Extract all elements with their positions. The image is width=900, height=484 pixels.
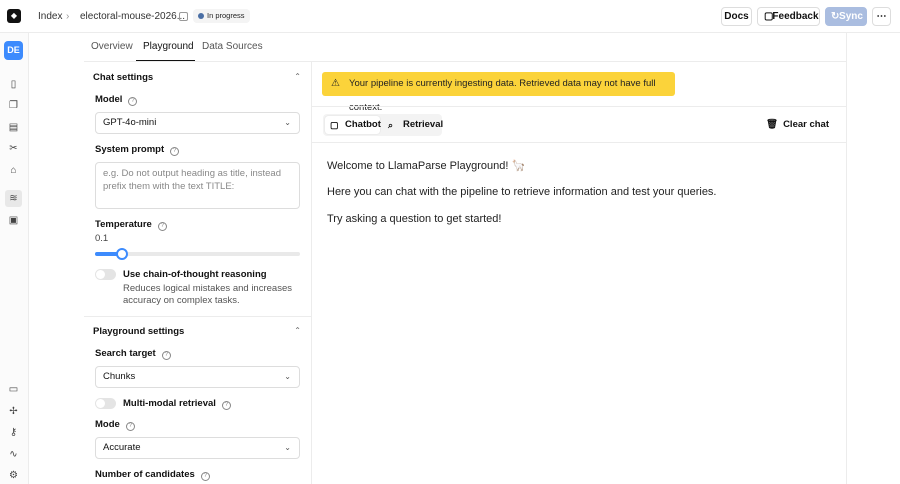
key-icon[interactable]: ⚷ xyxy=(8,427,19,438)
model-label: Model? xyxy=(95,94,138,106)
section-divider xyxy=(84,316,311,317)
right-border xyxy=(846,33,847,484)
warning-text: Your pipeline is currently ingesting dat… xyxy=(349,78,656,113)
breadcrumb-index[interactable]: Index xyxy=(38,11,62,22)
chevron-down-icon: ⌄ xyxy=(284,443,291,452)
file-icon[interactable]: ▯ xyxy=(8,79,19,90)
chat-settings-title: Chat settings xyxy=(93,72,154,83)
temperature-slider-thumb[interactable] xyxy=(115,248,128,260)
system-prompt-input[interactable]: e.g. Do not output heading as title, ins… xyxy=(95,162,300,209)
help-icon[interactable]: ? xyxy=(157,222,167,231)
chevron-down-icon: ⌄ xyxy=(284,118,291,127)
tab-retrieval-label: Retrieval xyxy=(403,119,444,130)
model-label-text: Model xyxy=(95,94,123,105)
help-icon[interactable]: ? xyxy=(161,351,171,360)
search-target-label: Search target? xyxy=(95,348,171,360)
mode-label-text: Mode xyxy=(95,419,120,430)
model-select[interactable]: GPT-4o-mini ⌄ xyxy=(95,112,300,134)
system-prompt-label: System prompt? xyxy=(95,144,180,156)
temperature-label: Temperature? xyxy=(95,219,167,231)
search-target-value: Chunks xyxy=(103,371,136,382)
docs-button[interactable]: Docs xyxy=(721,7,752,26)
warning-icon: ⚠ xyxy=(331,78,340,89)
breadcrumb-separator-icon: › xyxy=(66,11,70,22)
mode-select[interactable]: Accurate ⌄ xyxy=(95,437,300,459)
system-prompt-label-text: System prompt xyxy=(95,144,165,155)
cot-toggle[interactable] xyxy=(95,269,116,280)
temperature-slider[interactable] xyxy=(95,248,300,260)
copy-pages-icon[interactable]: ❐ xyxy=(8,100,19,111)
status-badge: In progress xyxy=(193,9,250,23)
help-icon[interactable]: ? xyxy=(125,422,135,431)
chat-area: ⚠ Your pipeline is currently ingesting d… xyxy=(312,62,846,484)
status-badge-label: In progress xyxy=(207,11,245,20)
tag-icon[interactable]: ⌂ xyxy=(8,165,19,176)
help-icon[interactable]: ? xyxy=(221,401,231,410)
mode-label: Mode? xyxy=(95,419,135,431)
top-bar: ◆ Index › electoral-mouse-2026... In pro… xyxy=(0,0,900,33)
chevron-down-icon: ⌄ xyxy=(284,372,291,381)
search-target-select[interactable]: Chunks ⌄ xyxy=(95,366,300,388)
feedback-label: Feedback xyxy=(772,11,819,22)
sync-button[interactable]: ↻ Sync xyxy=(825,7,867,26)
collapse-chevron-icon[interactable]: ⌃ xyxy=(294,326,301,335)
box-icon[interactable]: ▣ xyxy=(8,215,19,226)
tab-chatbot[interactable]: ▢ Chatbot xyxy=(325,116,381,134)
clear-chat-button[interactable]: 🗑 Clear chat xyxy=(766,119,829,130)
trash-icon: 🗑 xyxy=(766,119,779,130)
mode-value: Accurate xyxy=(103,442,141,453)
activity-icon[interactable]: ∿ xyxy=(8,449,19,460)
document-icon[interactable]: ▤ xyxy=(8,122,19,133)
feedback-button[interactable]: ▢ Feedback xyxy=(757,7,820,26)
tab-chatbot-label: Chatbot xyxy=(345,119,381,130)
more-options-button[interactable]: ⋯ xyxy=(872,7,891,26)
temperature-value: 0.1 xyxy=(95,233,109,244)
sync-label: Sync xyxy=(839,11,863,22)
cot-label: Use chain-of-thought reasoning xyxy=(123,269,267,280)
chat-header-divider xyxy=(312,142,846,143)
tab-data-sources[interactable]: Data Sources xyxy=(202,41,263,52)
chat-mode-tabs: ▢ Chatbot ⌕ Retrieval xyxy=(323,114,444,136)
settings-panel: Chat settings ⌃ Model? GPT-4o-mini ⌄ Syst… xyxy=(84,62,312,484)
playground-settings-title: Playground settings xyxy=(93,326,185,337)
search-target-label-text: Search target xyxy=(95,348,156,359)
pipeline-icon[interactable]: ≋ xyxy=(5,190,22,207)
chatbot-icon: ▢ xyxy=(330,120,339,130)
copy-icon[interactable] xyxy=(179,12,188,21)
project-avatar[interactable]: DE xyxy=(4,41,23,60)
search-icon: ⌕ xyxy=(388,120,394,130)
left-rail: DE ▯ ❐ ▤ ✂ ⌂ ≋ ▣ ▭ ✢ ⚷ ∿ ⚙ xyxy=(0,33,29,484)
multimodal-label-text: Multi-modal retrieval xyxy=(123,398,216,409)
candidates-label: Number of candidates? xyxy=(95,469,210,481)
book-icon[interactable]: ▭ xyxy=(8,384,19,395)
ingesting-warning-banner: ⚠ Your pipeline is currently ingesting d… xyxy=(322,72,675,113)
settings-icon[interactable]: ⚙ xyxy=(8,470,19,481)
chat-message: Welcome to LlamaParse Playground! 🦙 xyxy=(327,160,526,172)
scissors-icon[interactable]: ✂ xyxy=(8,143,19,154)
collapse-chevron-icon[interactable]: ⌃ xyxy=(294,72,301,81)
help-icon[interactable]: ? xyxy=(128,97,138,106)
banner-divider xyxy=(312,106,846,107)
breadcrumb-pipeline[interactable]: electoral-mouse-2026... xyxy=(80,11,185,22)
cot-description: Reduces logical mistakes and increases a… xyxy=(123,283,292,306)
multimodal-label: Multi-modal retrieval? xyxy=(123,398,231,410)
chat-message: Here you can chat with the pipeline to r… xyxy=(327,186,717,198)
sync-icon: ↻ xyxy=(831,11,840,22)
multimodal-toggle[interactable] xyxy=(95,398,116,409)
candidates-label-text: Number of candidates xyxy=(95,469,195,480)
temperature-label-text: Temperature xyxy=(95,219,152,230)
model-value: GPT-4o-mini xyxy=(103,117,157,128)
help-icon[interactable]: ? xyxy=(200,472,210,481)
help-icon[interactable]: ? xyxy=(170,147,180,156)
tab-overview[interactable]: Overview xyxy=(91,41,133,52)
chat-bubble-icon: ▢ xyxy=(764,11,774,22)
progress-dot-icon xyxy=(198,13,204,19)
tab-retrieval[interactable]: ⌕ Retrieval xyxy=(383,116,444,134)
chat-message: Try asking a question to get started! xyxy=(327,213,502,225)
llamaindex-logo-icon[interactable]: ◆ xyxy=(7,9,21,23)
clear-chat-label: Clear chat xyxy=(783,119,829,130)
puzzle-icon[interactable]: ✢ xyxy=(8,406,19,417)
tab-playground[interactable]: Playground xyxy=(143,41,194,52)
